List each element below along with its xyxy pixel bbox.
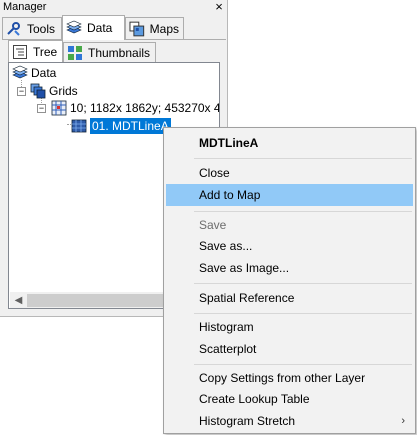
- tools-icon: [7, 21, 20, 36]
- collapse-icon[interactable]: −: [17, 87, 26, 96]
- scroll-left-icon[interactable]: ◀: [10, 292, 27, 308]
- menu-separator: [194, 364, 412, 365]
- menu-item-label: Histogram Stretch: [199, 414, 296, 428]
- tab-maps[interactable]: Maps: [125, 17, 184, 39]
- subtab-thumbnails-label: Thumbnails: [88, 45, 151, 60]
- tab-maps-label: Maps: [149, 21, 179, 36]
- tree-node-data[interactable]: Data: [12, 64, 56, 81]
- data-subtabs: Tree Thumbnails: [8, 40, 218, 62]
- tab-data-label: Data: [87, 21, 113, 35]
- tree-node-mdtlinea[interactable]: 01. MDTLineA: [71, 116, 172, 135]
- menu-item-spatial-reference[interactable]: Spatial Reference: [166, 287, 413, 309]
- menu-item-scatterplot[interactable]: Scatterplot: [166, 338, 413, 360]
- menu-item-close[interactable]: Close: [166, 162, 413, 184]
- menu-separator: [194, 211, 412, 212]
- tree-node-grid-system[interactable]: 10; 1182x 1862y; 453270x 408: [51, 99, 220, 116]
- tree-node-grids[interactable]: Grids: [30, 82, 78, 99]
- grid-layer-icon: [71, 119, 87, 132]
- tab-tools[interactable]: Tools: [2, 17, 62, 39]
- grid-system-icon: [51, 100, 67, 115]
- subtab-tree[interactable]: Tree: [8, 40, 63, 62]
- tab-tools-label: Tools: [27, 21, 56, 36]
- menu-item-save: Save: [199, 218, 227, 232]
- maps-icon: [129, 21, 145, 36]
- scroll-thumb[interactable]: [27, 294, 177, 307]
- menu-item-add-to-map[interactable]: Add to Map: [166, 184, 413, 206]
- menu-separator: [194, 283, 412, 284]
- menu-item-histogram-stretch[interactable]: Histogram Stretch ›: [166, 410, 413, 432]
- tree-node-label: Grids: [49, 83, 78, 98]
- subtab-tree-label: Tree: [33, 44, 58, 59]
- tab-data[interactable]: Data: [62, 15, 125, 40]
- selected-layer-label: 01. MDTLineA: [89, 116, 172, 135]
- menu-separator: [194, 158, 412, 159]
- menu-header: MDTLineA: [199, 136, 259, 150]
- submenu-arrow-icon: ›: [401, 415, 405, 427]
- close-panel-button[interactable]: ×: [212, 0, 226, 15]
- tree-view-icon: [13, 44, 27, 59]
- menu-separator: [194, 313, 412, 314]
- collapse-icon[interactable]: −: [37, 104, 46, 113]
- menu-item-save-as[interactable]: Save as...: [166, 235, 413, 257]
- tree-node-label: 10; 1182x 1862y; 453270x 408: [70, 100, 220, 115]
- data-layers-icon: [66, 20, 82, 34]
- menu-item-create-lookup-table[interactable]: Create Lookup Table: [166, 388, 413, 410]
- menu-item-histogram[interactable]: Histogram: [166, 316, 413, 338]
- menu-item-copy-settings[interactable]: Copy Settings from other Layer: [166, 367, 413, 389]
- layer-context-menu: MDTLineA Close Add to Map Save Save as..…: [163, 127, 416, 434]
- subtab-thumbnails[interactable]: Thumbnails: [63, 42, 156, 62]
- main-tabs: Tools Data Maps: [2, 15, 226, 40]
- data-layers-icon: [12, 65, 28, 78]
- tree-node-label: Data: [31, 65, 57, 80]
- grids-icon: [30, 83, 46, 98]
- panel-title: Manager: [3, 1, 47, 13]
- thumbnails-icon: [68, 45, 82, 60]
- menu-item-save-as-image[interactable]: Save as Image...: [166, 257, 413, 279]
